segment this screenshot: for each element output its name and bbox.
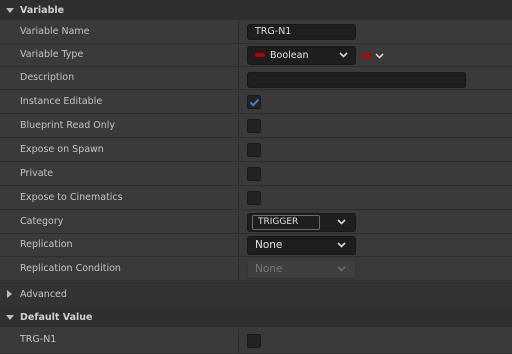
container-type-dropdown[interactable] — [360, 50, 386, 62]
row-divider — [238, 187, 239, 209]
category-input[interactable]: TRIGGER — [252, 215, 320, 230]
instance-editable-label: Instance Editable — [20, 96, 103, 107]
advanced-section-header[interactable]: Advanced — [0, 282, 512, 306]
replication-condition-dropdown: None — [247, 260, 356, 279]
replication-condition-label: Replication Condition — [20, 263, 121, 274]
replication-dropdown[interactable]: None — [247, 236, 356, 255]
row-variable-name: Variable Name TRG-N1 — [0, 21, 512, 44]
blueprint-read-only-checkbox[interactable] — [247, 119, 261, 133]
expose-to-cinematics-label: Expose to Cinematics — [20, 192, 123, 203]
replication-value: None — [255, 239, 283, 251]
description-label: Description — [20, 72, 75, 83]
variable-type-value: Boolean — [270, 50, 309, 61]
checkmark-icon — [249, 98, 260, 107]
row-divider — [238, 91, 239, 113]
row-expose-to-cinematics: Expose to Cinematics — [0, 187, 512, 210]
row-instance-editable: Instance Editable — [0, 91, 512, 114]
row-replication-condition: Replication Condition None — [0, 258, 512, 281]
row-description: Description — [0, 67, 512, 90]
variable-type-label: Variable Type — [20, 49, 84, 60]
row-divider — [238, 211, 239, 233]
boolean-pin-icon — [255, 52, 265, 57]
category-label: Category — [20, 216, 64, 227]
row-replication: Replication None — [0, 234, 512, 257]
single-pin-icon — [362, 54, 372, 58]
row-default-trg-n1: TRG-N1 — [0, 329, 512, 354]
expose-to-cinematics-checkbox[interactable] — [247, 191, 261, 205]
collapse-arrow-icon — [6, 315, 14, 320]
blueprint-read-only-label: Blueprint Read Only — [20, 120, 116, 131]
expand-arrow-icon — [7, 290, 12, 298]
row-variable-type: Variable Type Boolean — [0, 44, 512, 67]
row-category: Category TRIGGER — [0, 211, 512, 234]
collapse-arrow-icon — [6, 8, 14, 13]
row-divider — [238, 329, 239, 354]
chevron-down-icon — [375, 53, 384, 59]
default-trg-n1-label: TRG-N1 — [20, 334, 57, 345]
default-trg-n1-checkbox[interactable] — [247, 334, 261, 348]
section-title: Variable — [20, 4, 65, 16]
section-title: Default Value — [20, 311, 93, 323]
chevron-down-icon — [337, 242, 346, 248]
row-divider — [238, 44, 239, 66]
instance-editable-checkbox[interactable] — [247, 95, 261, 109]
row-divider — [238, 67, 239, 89]
expose-on-spawn-label: Expose on Spawn — [20, 144, 104, 155]
variable-type-dropdown[interactable]: Boolean — [247, 46, 356, 65]
private-label: Private — [20, 168, 54, 179]
section-title: Advanced — [20, 288, 67, 300]
chevron-down-icon[interactable] — [337, 219, 346, 225]
replication-condition-value: None — [255, 263, 283, 275]
private-checkbox[interactable] — [247, 167, 261, 181]
variable-name-label: Variable Name — [20, 26, 90, 37]
variable-name-input[interactable]: TRG-N1 — [247, 24, 356, 40]
category-combobox[interactable]: TRIGGER — [247, 213, 356, 232]
row-divider — [238, 21, 239, 43]
row-divider — [238, 258, 239, 280]
row-divider — [238, 234, 239, 256]
replication-label: Replication — [20, 239, 73, 250]
row-expose-on-spawn: Expose on Spawn — [0, 139, 512, 162]
row-divider — [238, 139, 239, 161]
chevron-down-icon — [339, 52, 348, 58]
row-private: Private — [0, 163, 512, 186]
row-blueprint-read-only: Blueprint Read Only — [0, 115, 512, 138]
chevron-down-icon — [337, 266, 346, 272]
default-value-section-header[interactable]: Default Value — [0, 307, 512, 327]
variable-section-header[interactable]: Variable — [0, 0, 512, 20]
row-divider — [238, 115, 239, 137]
expose-on-spawn-checkbox[interactable] — [247, 143, 261, 157]
description-input[interactable] — [247, 72, 466, 88]
row-divider — [238, 163, 239, 185]
